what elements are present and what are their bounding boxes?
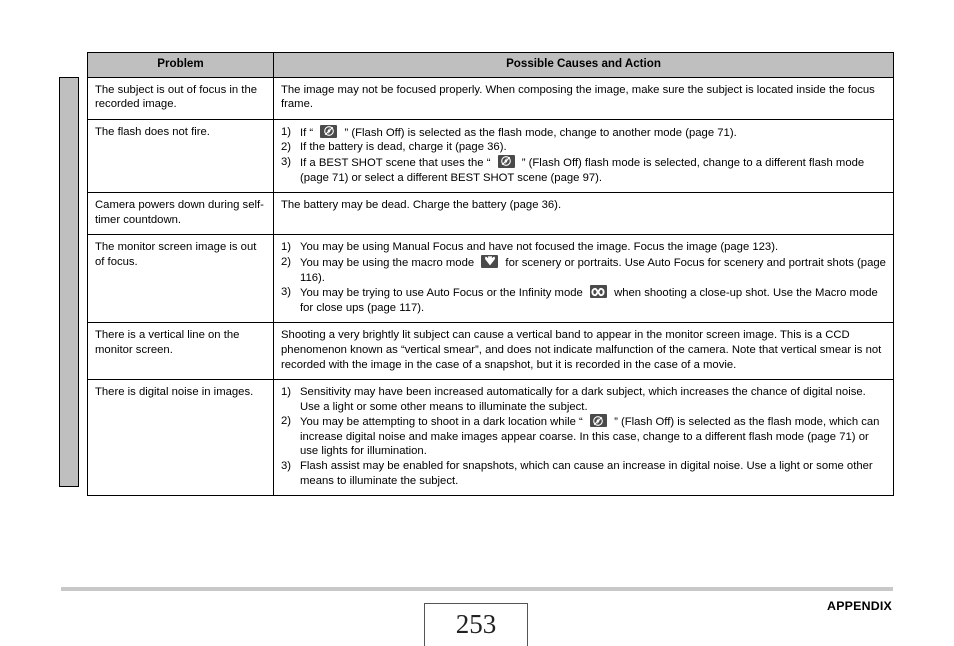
step-number: 1) [281, 386, 292, 399]
cause-text-fragment: You may be attempting to shoot in a dark… [300, 416, 586, 429]
step-number: 1) [281, 125, 292, 138]
cause-text-fragment: Sensitivity may have been increased auto… [300, 386, 866, 413]
cause-cell: The battery may be dead. Charge the batt… [273, 192, 894, 236]
problem-cell: The subject is out of focus in the recor… [87, 76, 274, 120]
cause-text-fragment: You may be using the macro mode [300, 256, 478, 269]
flash-off-icon [320, 124, 338, 138]
table-row: The flash does not fire. 1) If “ ” (Flash … [87, 118, 894, 194]
cause-cell: 1) Sensitivity may have been increased au… [273, 379, 894, 497]
cause-text-fragment: You may be trying to use Auto Focus or t… [300, 287, 586, 300]
cause-text-fragment: You may be using Manual Focus and have n… [300, 241, 779, 254]
step-number: 3) [281, 155, 292, 168]
cause-paragraph: The battery may be dead. Charge the batt… [281, 199, 562, 212]
cause-text-fragment: ” (Flash Off) is selected as the flash m… [341, 126, 737, 139]
cause-paragraph: Shooting a very brightly lit subject can… [281, 329, 882, 371]
table-body: The subject is out of focus in the recor… [87, 76, 894, 497]
cause-step-item: 1) You may be using Manual Focus and have… [281, 240, 886, 255]
flash-off-icon [589, 414, 607, 428]
table-row: There is a vertical line on the monitor … [87, 322, 894, 381]
table-row: The monitor screen image is out of focus… [87, 234, 894, 324]
step-number: 3) [281, 460, 292, 473]
table-row: There is digital noise in images. 1) Sensi… [87, 379, 894, 497]
troubleshooting-table: Problem Possible Causes and Action The s… [87, 52, 894, 497]
cause-step-item: 2) You may be attempting to shoot in a da… [281, 414, 886, 459]
cause-cell: The image may not be focused properly. W… [273, 76, 894, 120]
cause-step-item: 1) If “ ” (Flash Off) is selected as the … [281, 124, 886, 141]
problem-cell: There is a vertical line on the monitor … [87, 322, 274, 381]
cause-text-fragment: If a BEST SHOT scene that uses the “ [300, 156, 494, 169]
page-number-box: 253 [424, 603, 528, 646]
cause-step-item: 3) If a BEST SHOT scene that uses the “ ”… [281, 154, 886, 185]
problem-cell: Camera powers down during self-timer cou… [87, 192, 274, 236]
step-number: 2) [281, 415, 292, 428]
cause-text-fragment: Flash assist may be enabled for snapshot… [300, 460, 873, 487]
table-row: Camera powers down during self-timer cou… [87, 192, 894, 236]
cause-step-item: 3) You may be trying to use Auto Focus or… [281, 285, 886, 315]
cause-text-fragment: If the battery is dead, charge it (page … [300, 141, 507, 154]
problem-cell: The monitor screen image is out of focus… [87, 234, 274, 324]
cause-step-item: 2) You may be using the macro mode for sc… [281, 254, 886, 285]
step-number: 3) [281, 286, 292, 299]
macro-flower-icon [481, 254, 499, 268]
cause-step-list: 1) If “ ” (Flash Off) is selected as the … [281, 124, 886, 185]
cause-cell: 1) If “ ” (Flash Off) is selected as the … [273, 118, 894, 194]
page-thumb-index-tab [59, 77, 79, 487]
cause-step-item: 2) If the battery is dead, charge it (pag… [281, 140, 886, 155]
column-header-problem: Problem [87, 52, 274, 78]
problem-cell: The flash does not fire. [87, 118, 274, 194]
footer-divider-rule [61, 587, 893, 591]
table-header-row: Problem Possible Causes and Action [87, 52, 894, 78]
cause-step-list: 1) Sensitivity may have been increased au… [281, 385, 886, 488]
cause-text-fragment: If “ [300, 126, 317, 139]
cause-step-item: 1) Sensitivity may have been increased au… [281, 385, 886, 414]
page-number: 253 [455, 609, 497, 639]
problem-cell: There is digital noise in images. [87, 379, 274, 497]
infinity-icon [589, 285, 607, 299]
step-number: 2) [281, 141, 292, 154]
cause-cell: 1) You may be using Manual Focus and have… [273, 234, 894, 324]
cause-step-item: 3) Flash assist may be enabled for snapsh… [281, 459, 886, 488]
column-header-cause: Possible Causes and Action [273, 52, 894, 78]
cause-cell: Shooting a very brightly lit subject can… [273, 322, 894, 381]
step-number: 2) [281, 255, 292, 268]
table-row: The subject is out of focus in the recor… [87, 76, 894, 120]
flash-off-icon [497, 154, 515, 168]
cause-paragraph: The image may not be focused properly. W… [281, 83, 875, 111]
section-label: APPENDIX [827, 599, 892, 613]
cause-step-list: 1) You may be using Manual Focus and have… [281, 240, 886, 315]
step-number: 1) [281, 241, 292, 254]
